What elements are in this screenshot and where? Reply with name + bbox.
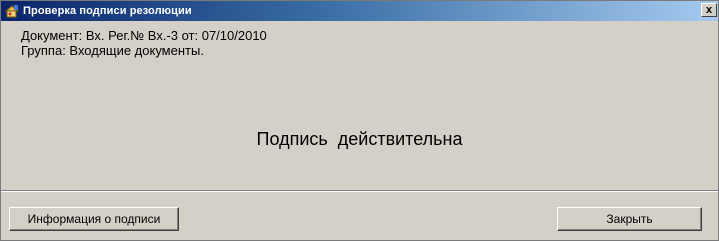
window-title: Проверка подписи резолюции	[23, 5, 192, 17]
divider	[1, 190, 718, 192]
document-group: Группа: Входящие документы.	[21, 43, 204, 58]
dialog-window: Проверка подписи резолюции x Документ: В…	[0, 0, 719, 241]
app-icon	[4, 3, 20, 19]
close-button[interactable]: Закрыть	[557, 207, 702, 231]
close-icon: x	[705, 3, 713, 16]
signature-info-button[interactable]: Информация о подписи	[9, 207, 179, 231]
signature-status: Подпись действительна	[256, 129, 463, 149]
close-window-button[interactable]: x	[701, 3, 717, 17]
title-bar[interactable]: Проверка подписи резолюции x	[1, 1, 718, 21]
document-info: Документ: Вх. Рег.№ Вх.-3 от: 07/10/2010	[21, 28, 267, 43]
